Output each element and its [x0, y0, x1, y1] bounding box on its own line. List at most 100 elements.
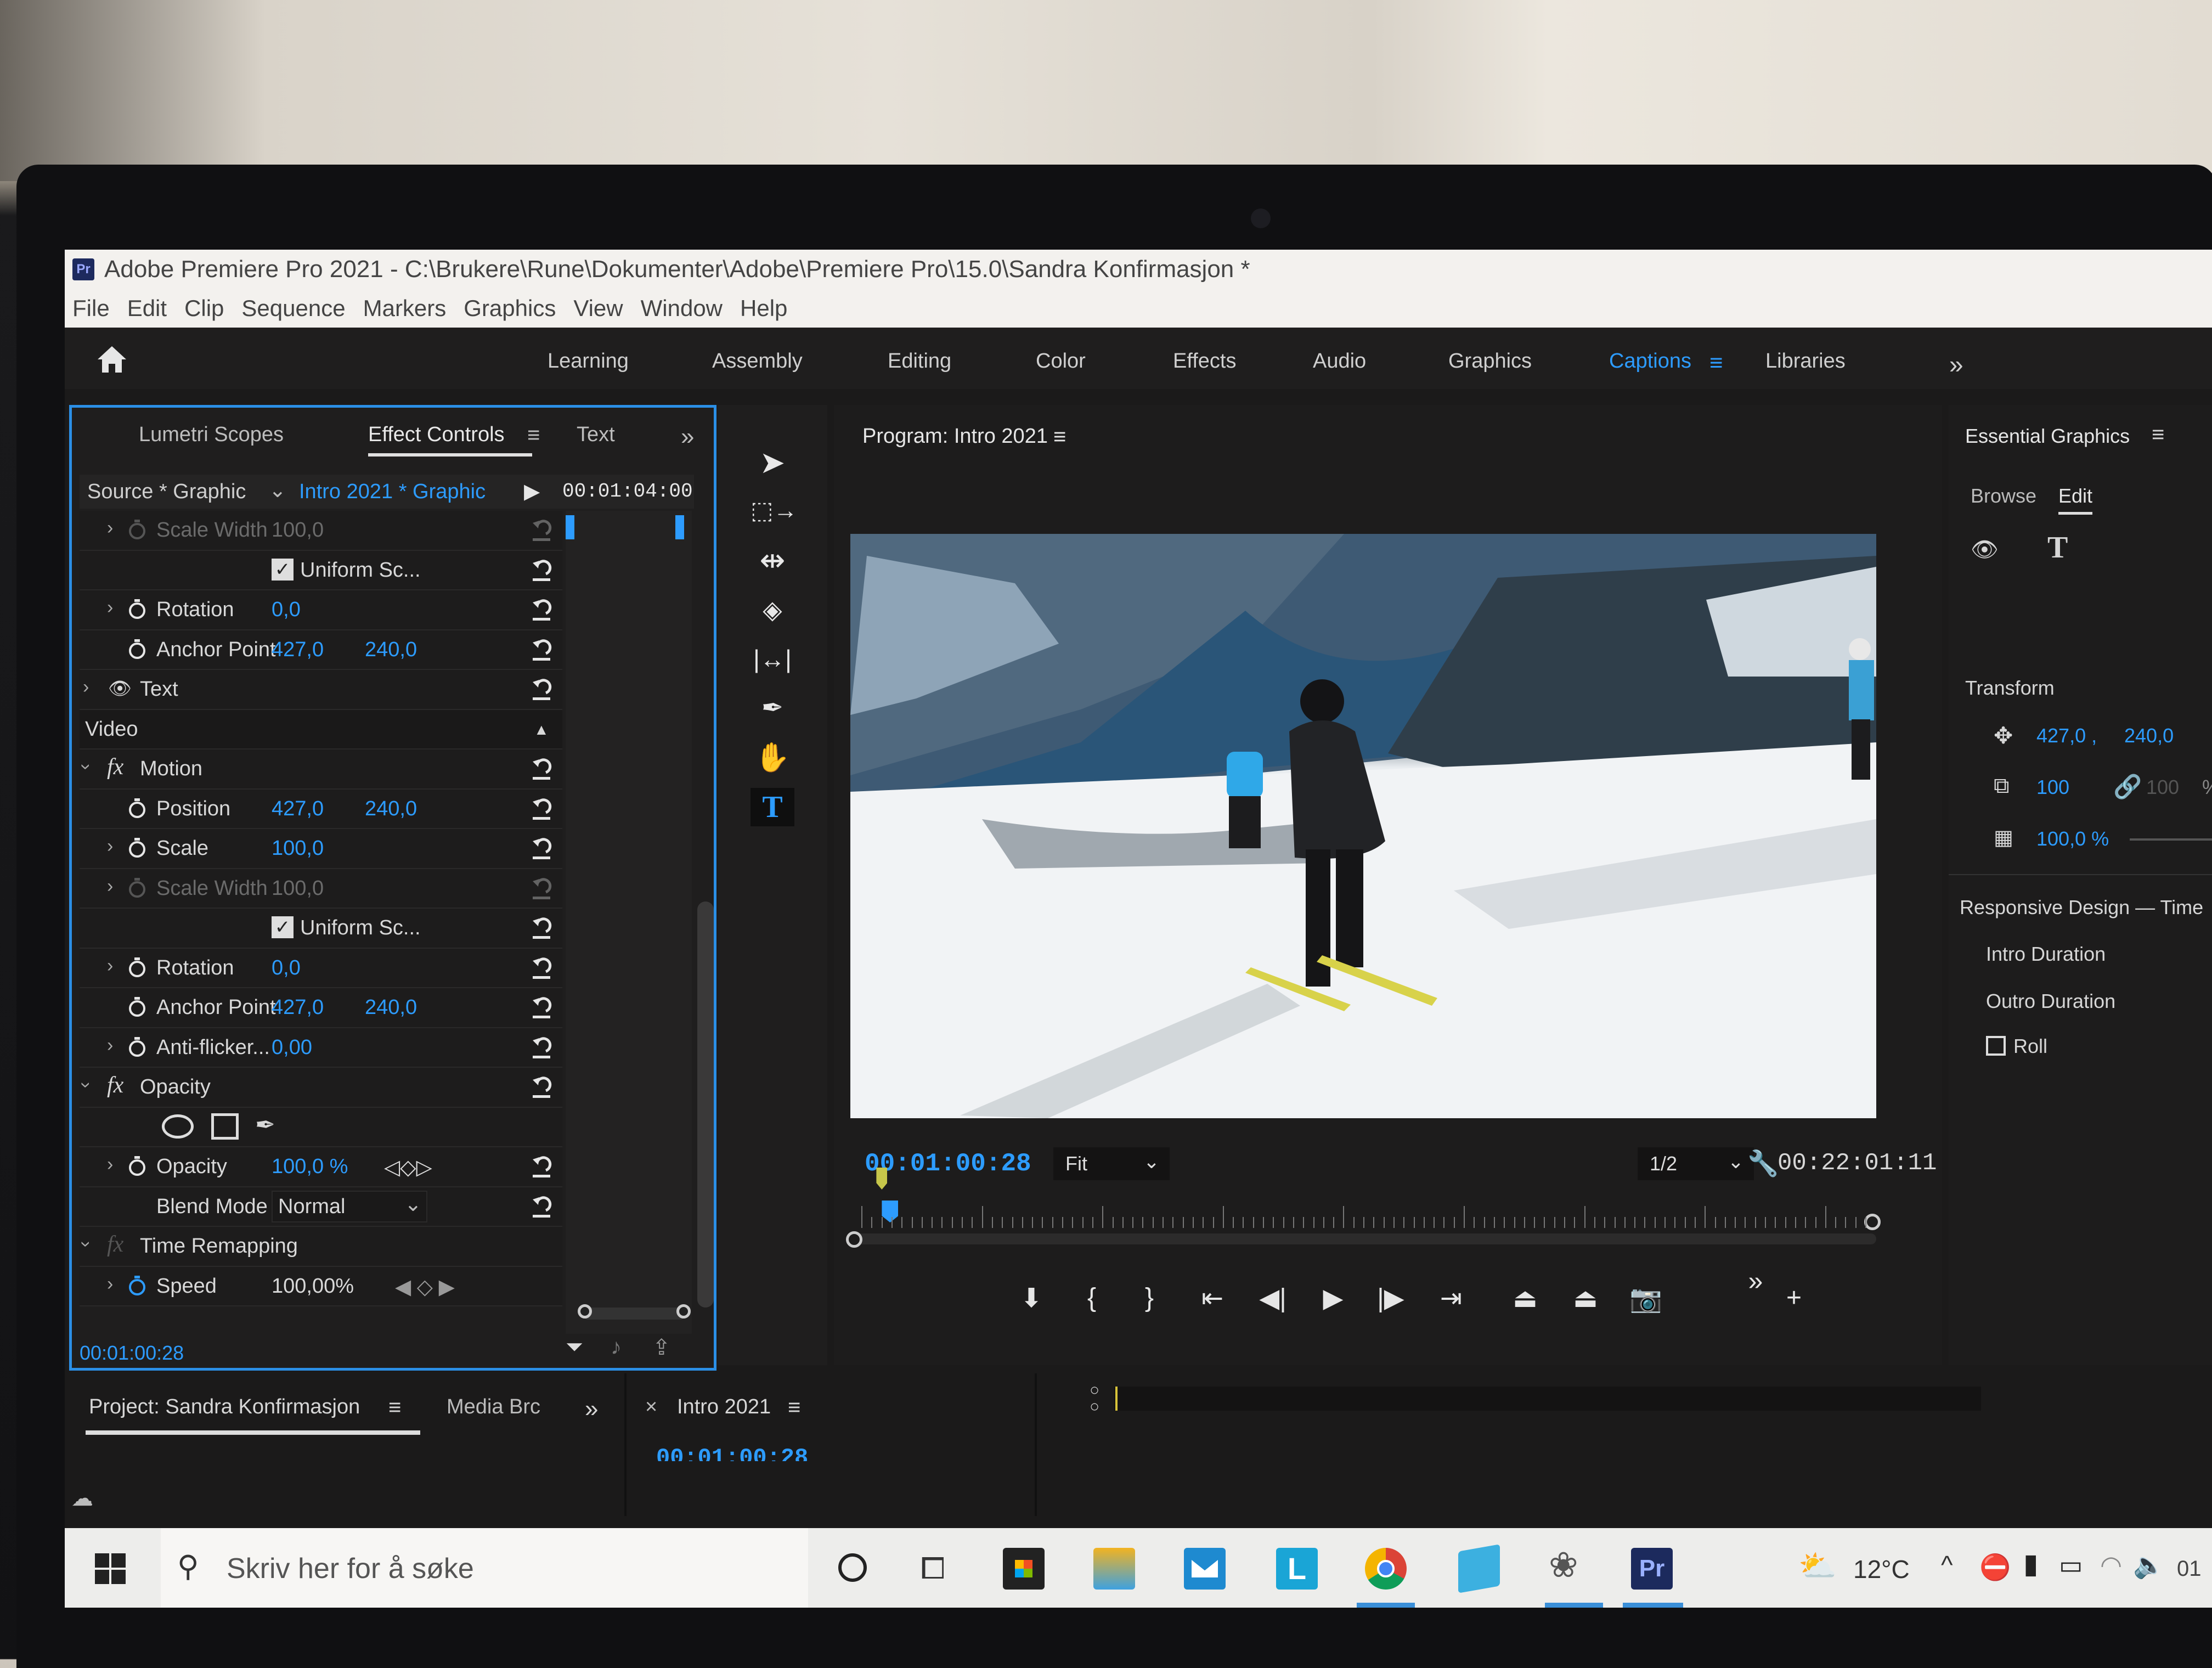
keyframe-navigator-icon[interactable]: ◀ ◇ ▶ [395, 1275, 455, 1299]
monitor-zoom-bar[interactable] [850, 1233, 1876, 1244]
uniform-scale-checkbox[interactable]: ✓ [272, 916, 294, 938]
reset-icon[interactable] [529, 1074, 554, 1100]
expand-chevron-icon[interactable]: › [107, 876, 113, 897]
property-value-y[interactable]: 240,0 [365, 996, 417, 1019]
collapse-chevron-icon[interactable]: › [75, 764, 97, 770]
type-tool-icon[interactable]: T [751, 788, 794, 826]
menu-view[interactable]: View [573, 295, 623, 322]
settings-wrench-icon[interactable]: 🔧 [1747, 1148, 1779, 1179]
reset-icon[interactable] [529, 955, 554, 980]
property-value[interactable]: 0,0 [272, 956, 301, 980]
zoom-handle-right[interactable] [1864, 1214, 1881, 1230]
onedrive-error-icon[interactable]: ⛔ [1979, 1552, 2011, 1582]
fx-badge-icon[interactable]: fx [107, 754, 123, 780]
playhead[interactable] [882, 1201, 899, 1222]
stopwatch-icon[interactable] [128, 1036, 146, 1058]
text-layer-icon[interactable]: T [2047, 530, 2068, 565]
collapse-triangle-icon[interactable]: ▲ [534, 721, 549, 739]
property-value[interactable]: 100,00% [272, 1275, 354, 1298]
play-audio-icon[interactable]: ♪ [611, 1335, 622, 1360]
ripple-edit-tool-icon[interactable]: ⇹ [751, 541, 794, 579]
playhead-timecode[interactable]: 00:01:00:28 [865, 1149, 1031, 1178]
effect-controls-timecode[interactable]: 00:01:00:28 [80, 1342, 184, 1365]
source-dropdown-chevron-icon[interactable]: ⌄ [269, 478, 286, 503]
reset-icon[interactable] [529, 517, 554, 543]
expand-chevron-icon[interactable]: › [107, 597, 113, 618]
menu-sequence[interactable]: Sequence [241, 295, 345, 322]
video-frame[interactable] [850, 534, 1876, 1118]
workspace-menu-icon[interactable]: ≡ [1709, 350, 1723, 376]
reset-icon[interactable] [529, 557, 554, 583]
button-editor-plus-icon[interactable]: + [1772, 1283, 1816, 1313]
mark-in-icon[interactable]: { [1070, 1283, 1114, 1313]
link-scale-icon[interactable]: 🔗 [2113, 774, 2142, 801]
position-y-value[interactable]: 240,0 [2124, 724, 2174, 747]
tab-sequence-intro-2021[interactable]: Intro 2021 [677, 1395, 771, 1419]
reset-icon[interactable] [529, 1194, 554, 1219]
playback-resolution-select[interactable]: 1/2 ⌄ [1638, 1147, 1754, 1180]
weather-icon[interactable]: ⛅ [1798, 1548, 1837, 1584]
export-frame-camera-icon[interactable]: 📷 [1624, 1283, 1668, 1314]
reset-icon[interactable] [529, 796, 554, 821]
property-value[interactable]: 427,0 [272, 996, 324, 1019]
monitor-time-ruler[interactable] [846, 1168, 1881, 1250]
property-value[interactable]: 100,0 [272, 519, 324, 542]
opacity-value[interactable]: 100,0 % [2036, 827, 2109, 850]
creative-cloud-icon[interactable]: ☁ [71, 1486, 93, 1511]
menu-clip[interactable]: Clip [184, 295, 224, 322]
hand-tool-icon[interactable]: ✋ [751, 739, 794, 777]
tab-media-browser[interactable]: Media Brc [447, 1395, 540, 1419]
extract-icon[interactable]: ⏏ [1564, 1283, 1607, 1314]
close-sequence-icon[interactable]: × [645, 1395, 657, 1419]
add-marker-icon[interactable]: ⬇ [1009, 1283, 1053, 1314]
pen-tool-icon[interactable]: ✒ [751, 689, 794, 728]
essential-graphics-menu-icon[interactable]: ≡ [2152, 422, 2164, 447]
expand-chevron-icon[interactable]: › [107, 1035, 113, 1056]
property-value[interactable]: 427,0 [272, 797, 324, 821]
tab-project[interactable]: Project: Sandra Konfirmasjon [89, 1395, 360, 1419]
pen-mask-icon[interactable]: ✒ [255, 1111, 275, 1139]
ellipse-mask-icon[interactable] [162, 1114, 194, 1139]
stopwatch-icon[interactable] [128, 877, 146, 899]
keyframe-area[interactable] [566, 511, 692, 1334]
tab-browse[interactable]: Browse [1971, 484, 2036, 508]
reset-icon[interactable] [529, 836, 554, 861]
lift-icon[interactable]: ⏏ [1503, 1283, 1547, 1314]
stopwatch-icon[interactable] [128, 638, 146, 660]
step-back-icon[interactable]: ◀| [1251, 1283, 1295, 1314]
rectangle-mask-icon[interactable] [211, 1113, 239, 1140]
vertical-scrollbar[interactable] [697, 901, 714, 1308]
premiere-taskbar-icon[interactable]: Pr [1631, 1548, 1673, 1590]
menu-markers[interactable]: Markers [363, 295, 447, 322]
sequence-clip-label[interactable]: Intro 2021 * Graphic [299, 480, 486, 504]
stopwatch-icon[interactable] [128, 996, 146, 1018]
cortana-icon[interactable] [838, 1553, 867, 1582]
windows-start-icon[interactable] [95, 1553, 126, 1584]
expand-chevron-icon[interactable]: › [107, 836, 113, 857]
menu-window[interactable]: Window [641, 295, 723, 322]
play-icon[interactable]: ▶ [1311, 1283, 1355, 1314]
task-view-icon[interactable]: ⧠ [921, 1550, 945, 1587]
property-value[interactable]: 100,0 [272, 877, 324, 900]
roll-checkbox[interactable] [1986, 1036, 2006, 1056]
keyframe-navigator-icon[interactable]: ◁◇▷ [384, 1155, 432, 1180]
collapse-chevron-icon[interactable]: › [75, 1241, 97, 1247]
zoom-level-select[interactable]: Fit ⌄ [1053, 1147, 1170, 1180]
workspace-graphics[interactable]: Graphics [1448, 350, 1532, 373]
stopwatch-icon[interactable] [128, 837, 146, 859]
project-menu-icon[interactable]: ≡ [388, 1395, 401, 1420]
volume-icon[interactable]: 🔈 [2133, 1550, 2164, 1580]
file-explorer-icon[interactable] [1093, 1548, 1135, 1590]
zoom-handle-left[interactable] [846, 1231, 862, 1248]
fx-badge-icon[interactable]: fx [107, 1231, 123, 1258]
property-value-y[interactable]: 240,0 [365, 638, 417, 662]
opacity-slider[interactable] [2130, 838, 2212, 841]
show-timeline-arrow-icon[interactable]: ▶ [524, 479, 540, 504]
mail-icon[interactable] [1184, 1548, 1226, 1590]
taskbar-search-box[interactable]: ⚲ Skriv her for å søke [161, 1528, 808, 1608]
property-value[interactable]: 0,0 [272, 598, 301, 622]
workspace-color[interactable]: Color [1036, 350, 1086, 373]
uniform-scale-checkbox[interactable]: ✓ [272, 558, 294, 581]
workspace-audio[interactable]: Audio [1313, 350, 1366, 373]
export-icon[interactable]: ⇪ [652, 1335, 671, 1360]
